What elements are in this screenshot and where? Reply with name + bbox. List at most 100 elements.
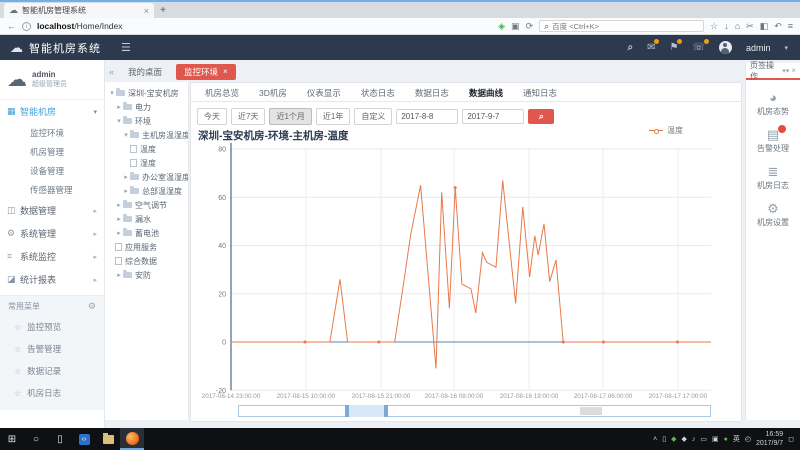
workspace-tab-monitor-env[interactable]: 监控环境 xyxy=(176,64,236,80)
flag-icon[interactable] xyxy=(669,42,678,53)
back-icon[interactable] xyxy=(7,21,16,31)
quick-item-monitor-preview[interactable]: 监控预览 xyxy=(0,316,104,338)
sidebar-subitem-device-mgmt[interactable]: 设备管理 xyxy=(0,161,104,180)
taskview-icon[interactable] xyxy=(48,434,72,445)
right-item-room-log[interactable]: 机房日志 xyxy=(746,165,800,191)
tree-node-temperature[interactable]: 温度 xyxy=(107,142,188,156)
explorer-app-icon[interactable] xyxy=(96,428,120,450)
cortana-icon[interactable] xyxy=(24,434,48,445)
tray-volume-icon[interactable]: ♪ xyxy=(692,436,696,443)
range-1month-button[interactable]: 近1个月 xyxy=(269,108,311,125)
browser-tab[interactable]: 智能机房管理系统 xyxy=(4,3,154,18)
hamburger-icon[interactable] xyxy=(121,41,131,54)
tree-node-mainroom-th[interactable]: 主机房温湿度 xyxy=(107,128,188,142)
sidebar-item-system-monitor[interactable]: 系统监控 xyxy=(0,245,104,268)
tab-data-log[interactable]: 数据日志 xyxy=(405,83,459,101)
tree-node-battery[interactable]: 蓄电池 xyxy=(107,226,188,240)
url-bar[interactable]: localhost/Home/Index xyxy=(37,21,187,31)
tree-node-security[interactable]: 安防 xyxy=(107,268,188,282)
screenshot-icon[interactable] xyxy=(511,21,520,32)
sidebar-item-report[interactable]: 统计报表 xyxy=(0,268,104,291)
tab-status-log[interactable]: 状态日志 xyxy=(351,83,405,101)
workspace-tab-desktop[interactable]: 我的桌面 xyxy=(120,64,170,80)
tree-node-office-th[interactable]: 办公室温湿度 xyxy=(107,170,188,184)
close-icon[interactable] xyxy=(791,66,796,75)
tree-node-root[interactable]: 深圳-宝安机房 xyxy=(107,86,188,100)
sidebar-item-smart-room[interactable]: 智能机房 xyxy=(0,100,104,123)
vscode-app-icon[interactable]: ‹› xyxy=(72,428,96,450)
sidebar-subitem-sensor-mgmt[interactable]: 传感器管理 xyxy=(0,180,104,199)
refresh-icon[interactable] xyxy=(526,21,534,32)
tree-node-app-service[interactable]: 应用服务 xyxy=(107,240,188,254)
chevron-right-icon[interactable] xyxy=(122,173,130,181)
tree-node-hq-th[interactable]: 总部温湿度 xyxy=(107,184,188,198)
chevron-down-icon[interactable] xyxy=(122,131,130,139)
browser-search-box[interactable] xyxy=(539,20,704,32)
tab-3d-room[interactable]: 3D机房 xyxy=(249,83,297,101)
tab-gauge-display[interactable]: 仪表显示 xyxy=(297,83,351,101)
tab-data-curve[interactable]: 数据曲线 xyxy=(459,83,513,101)
range-custom-button[interactable]: 自定义 xyxy=(354,108,392,125)
tree-node-humidity[interactable]: 湿度 xyxy=(107,156,188,170)
notification-center-icon[interactable]: ◻ xyxy=(788,435,794,443)
sidebar-item-data-mgmt[interactable]: 数据管理 xyxy=(0,199,104,222)
sidebar-subitem-monitor-env[interactable]: 监控环境 xyxy=(0,123,104,142)
chat-icon[interactable] xyxy=(760,21,769,32)
taskbar-clock[interactable]: 16:59 2017/9/7 xyxy=(756,430,783,449)
home-icon[interactable] xyxy=(735,21,740,31)
tree-node-air[interactable]: 空气调节 xyxy=(107,198,188,212)
tree-node-comp-data[interactable]: 综合数据 xyxy=(107,254,188,268)
tab-notify-log[interactable]: 通知日志 xyxy=(513,83,567,101)
bookmark-icon[interactable] xyxy=(710,21,718,32)
tray-expand-icon[interactable]: ˄ xyxy=(653,436,657,443)
chevron-down-icon[interactable] xyxy=(108,89,116,97)
date-from-input[interactable] xyxy=(396,109,458,124)
menu-icon[interactable] xyxy=(788,21,793,31)
datazoom-thumb[interactable] xyxy=(580,407,601,415)
shield-icon[interactable]: ◈ xyxy=(498,21,505,32)
chevron-right-icon[interactable] xyxy=(115,215,123,223)
download-icon[interactable] xyxy=(724,21,729,31)
undo-icon[interactable] xyxy=(774,21,782,32)
browser-search-input[interactable] xyxy=(552,22,672,31)
tab-room-overview[interactable]: 机房总览 xyxy=(195,83,249,101)
clip-icon[interactable] xyxy=(746,21,754,32)
range-1year-button[interactable]: 近1年 xyxy=(316,108,350,125)
right-item-room-settings[interactable]: 机房设置 xyxy=(746,202,800,228)
chevron-right-icon[interactable] xyxy=(122,187,130,195)
chevron-right-icon[interactable] xyxy=(115,229,123,237)
start-icon[interactable] xyxy=(0,434,24,445)
range-today-button[interactable]: 今天 xyxy=(197,108,227,125)
search-button[interactable] xyxy=(528,109,554,124)
right-item-alarm-handle[interactable]: 告警处理 xyxy=(746,128,800,154)
right-item-room-status[interactable]: 机房态势 xyxy=(746,91,800,117)
chart-legend[interactable]: 温度 xyxy=(649,125,683,136)
date-to-input[interactable] xyxy=(462,109,524,124)
close-icon[interactable] xyxy=(223,67,228,76)
chevron-right-icon[interactable] xyxy=(115,201,123,209)
gear-icon[interactable] xyxy=(88,301,96,312)
avatar[interactable] xyxy=(719,41,732,54)
range-7days-button[interactable]: 近7天 xyxy=(231,108,265,125)
chevron-right-icon[interactable] xyxy=(115,271,123,279)
new-tab-button[interactable] xyxy=(154,5,172,18)
site-info-icon[interactable]: i xyxy=(22,22,31,31)
tree-node-leak[interactable]: 漏水 xyxy=(107,212,188,226)
tree-node-power[interactable]: 电力 xyxy=(107,100,188,114)
quick-item-data-record[interactable]: 数据记录 xyxy=(0,360,104,382)
search-icon[interactable] xyxy=(627,42,633,53)
close-icon[interactable] xyxy=(144,6,149,16)
chevron-down-icon[interactable]: ▾ xyxy=(782,67,789,75)
quick-item-alarm-mgmt[interactable]: 告警管理 xyxy=(0,338,104,360)
tree-node-environment[interactable]: 环境 xyxy=(107,114,188,128)
collapse-icon[interactable] xyxy=(109,67,114,77)
chevron-right-icon[interactable] xyxy=(115,103,123,111)
mail-icon[interactable] xyxy=(647,42,655,53)
quick-item-room-log[interactable]: 机房日志 xyxy=(0,382,104,404)
chevron-down-icon[interactable] xyxy=(115,117,123,125)
datazoom-window[interactable] xyxy=(345,405,389,417)
phone-icon[interactable] xyxy=(692,42,705,53)
sidebar-item-system-mgmt[interactable]: 系统管理 xyxy=(0,222,104,245)
ime-indicator[interactable]: 英 xyxy=(733,434,740,444)
firefox-app-icon[interactable] xyxy=(120,428,144,450)
